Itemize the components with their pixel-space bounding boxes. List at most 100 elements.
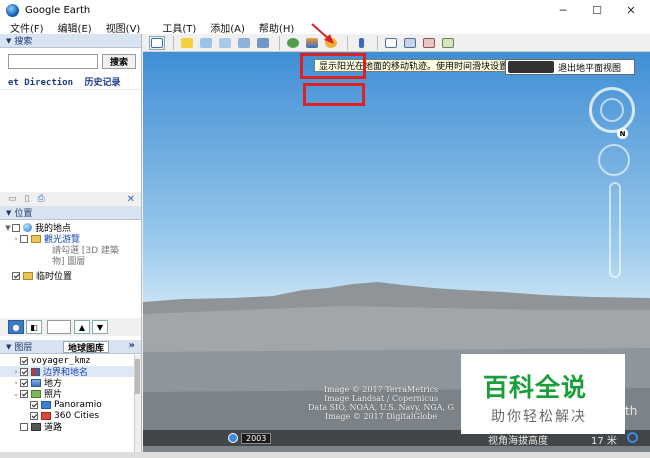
print-icon[interactable] xyxy=(402,36,418,50)
exit-ground-view-label: 退出地平面视图 xyxy=(558,63,622,74)
checkbox[interactable] xyxy=(12,271,20,280)
save-image-icon[interactable] xyxy=(421,36,437,50)
north-icon[interactable]: N xyxy=(617,128,628,139)
google-earth-logo: th xyxy=(625,404,638,418)
expand-triangle-icon[interactable]: › xyxy=(12,235,20,243)
menu-help[interactable]: 帮助(H) xyxy=(259,20,294,35)
layers-tree: voyager_kmz › 边界和地名 › 地方 ⌄ 照片 Panoramio xyxy=(0,355,141,458)
search-header[interactable]: ▼ 搜索 xyxy=(0,34,141,48)
layers-header[interactable]: ▼ 图层 地球图库 » xyxy=(0,340,141,354)
watermark-title: 百科全说 xyxy=(483,373,588,402)
places-tree: ▼ 我的地点 › 觀光游覽 請勾選 [3D 建築 物] 圖層 临时位置 xyxy=(0,222,141,282)
collapse-triangle-icon[interactable]: ▼ xyxy=(4,224,12,232)
checkbox[interactable] xyxy=(20,378,28,387)
tree-note: 物] 圖層 xyxy=(0,255,141,267)
sidebar-toggle-icon[interactable] xyxy=(149,35,165,50)
expand-triangle-icon[interactable]: › xyxy=(12,379,20,387)
checkbox[interactable] xyxy=(20,356,28,365)
move-down-icon[interactable]: ▼ xyxy=(92,320,108,334)
tab-history[interactable]: 历史记录 xyxy=(84,78,120,88)
attribution-line: Image © 2017 TerraMetrics xyxy=(323,385,439,394)
toolbar xyxy=(143,34,650,52)
exit-ground-view-button[interactable]: 退出地平面视图 xyxy=(505,59,635,75)
attribution-line: Image © 2017 DigitalGlobe xyxy=(324,412,438,421)
time-icon[interactable] xyxy=(228,433,238,443)
checkbox[interactable] xyxy=(20,367,28,376)
tree-row-photos[interactable]: ⌄ 照片 xyxy=(0,388,141,400)
menu-add[interactable]: 添加(A) xyxy=(210,20,245,35)
checkbox[interactable] xyxy=(30,411,38,420)
highlight-box xyxy=(300,53,366,79)
path-icon[interactable] xyxy=(217,36,233,50)
move-up-icon[interactable]: ▲ xyxy=(74,320,90,334)
move-joystick[interactable] xyxy=(598,144,630,176)
zoom-slider[interactable] xyxy=(609,182,621,278)
search-button[interactable]: 搜索 xyxy=(102,54,136,69)
eye-altitude-label: 视角海拔高度 xyxy=(488,436,548,447)
menu-view[interactable]: 视图(V) xyxy=(106,20,141,35)
print-icon[interactable]: ⎙ xyxy=(37,194,44,204)
flag-icon xyxy=(31,367,40,376)
toolbar-separator xyxy=(173,35,174,50)
checkbox[interactable] xyxy=(30,400,38,409)
checkbox[interactable] xyxy=(20,389,28,398)
folder-icon[interactable]: ▭ xyxy=(8,194,17,204)
menu-file[interactable]: 文件(F) xyxy=(10,20,44,35)
search-tabs: et Direction 历史记录 xyxy=(8,75,126,88)
tree-label: 临时位置 xyxy=(36,272,73,282)
maximize-button[interactable]: ☐ xyxy=(580,0,614,20)
highlight-box xyxy=(303,83,365,106)
tab-get-directions[interactable]: et Direction xyxy=(8,78,73,88)
search-icon[interactable]: ● xyxy=(8,320,24,334)
collapse-triangle-icon: ▼ xyxy=(6,36,12,45)
search-input[interactable] xyxy=(8,54,98,69)
earth-3d-view[interactable]: 显示阳光在地面的移动轨迹。使用时间滑块设置时间。 退出地平面视图 N Image… xyxy=(143,52,650,458)
tree-row-temporary[interactable]: 临时位置 xyxy=(0,270,141,282)
placemark-icon[interactable] xyxy=(179,36,195,50)
tree-row-panoramio[interactable]: Panoramio xyxy=(0,399,141,410)
polygon-icon[interactable] xyxy=(198,36,214,50)
nav-tools: ● ◧ ▲ ▼ xyxy=(0,318,141,336)
close-icon[interactable]: ✕ xyxy=(127,194,135,205)
menu-edit[interactable]: 编辑(E) xyxy=(58,20,92,35)
menu-tools[interactable]: 工具(T) xyxy=(162,20,196,35)
collapse-triangle-icon: ▼ xyxy=(6,342,12,351)
expand-triangle-icon[interactable]: › xyxy=(12,368,20,376)
email-icon[interactable] xyxy=(383,36,399,50)
copy-icon[interactable]: ▯ xyxy=(25,194,30,204)
expand-arrow-icon[interactable]: » xyxy=(129,340,135,351)
view-in-maps-icon[interactable] xyxy=(440,36,456,50)
historical-imagery-icon[interactable] xyxy=(285,36,301,50)
photo-icon xyxy=(31,389,41,398)
ground-view-icon xyxy=(508,61,554,73)
sidebar: ▼ 搜索 搜索 et Direction 历史记录 ▭ ▯ ⎙ ✕ ▼ 位置 ▼… xyxy=(0,34,142,458)
tree-row-roads[interactable]: 道路 xyxy=(0,421,141,433)
scrollbar-thumb[interactable] xyxy=(135,359,140,394)
tree-label: 道路 xyxy=(44,423,63,433)
search-results xyxy=(0,89,141,189)
collapse-triangle-icon[interactable]: ⌄ xyxy=(12,390,20,398)
eye-altitude-value: 17 米 xyxy=(591,436,617,447)
layers-header-label: 图层 xyxy=(14,343,33,353)
collapse-triangle-icon: ▼ xyxy=(6,208,12,217)
panel-toggle-icon[interactable]: ◧ xyxy=(26,320,42,334)
tree-row-places[interactable]: › 地方 xyxy=(0,377,141,389)
places-header[interactable]: ▼ 位置 xyxy=(0,206,141,220)
look-joystick[interactable] xyxy=(600,98,624,122)
checkbox[interactable] xyxy=(12,223,20,232)
toolbar-separator xyxy=(279,35,280,50)
tree-row-borders[interactable]: › 边界和地名 xyxy=(0,366,141,378)
layer-icon xyxy=(31,378,41,387)
minimize-button[interactable]: ─ xyxy=(546,0,580,20)
checkbox[interactable] xyxy=(20,422,28,431)
checkbox[interactable] xyxy=(20,234,28,243)
tree-row-360cities[interactable]: 360 Cities xyxy=(0,410,141,421)
image-overlay-icon[interactable] xyxy=(236,36,252,50)
folder-icon xyxy=(23,271,33,280)
tree-label: Panoramio xyxy=(54,399,102,410)
record-tour-icon[interactable] xyxy=(255,36,271,50)
attribution-line: Data SIO, NOAA, U.S. Navy, NGA, G xyxy=(307,403,455,412)
tree-label: 360 Cities xyxy=(54,410,100,421)
close-button[interactable]: ✕ xyxy=(614,0,648,20)
earth-gallery-button[interactable]: 地球图库 xyxy=(63,341,110,354)
